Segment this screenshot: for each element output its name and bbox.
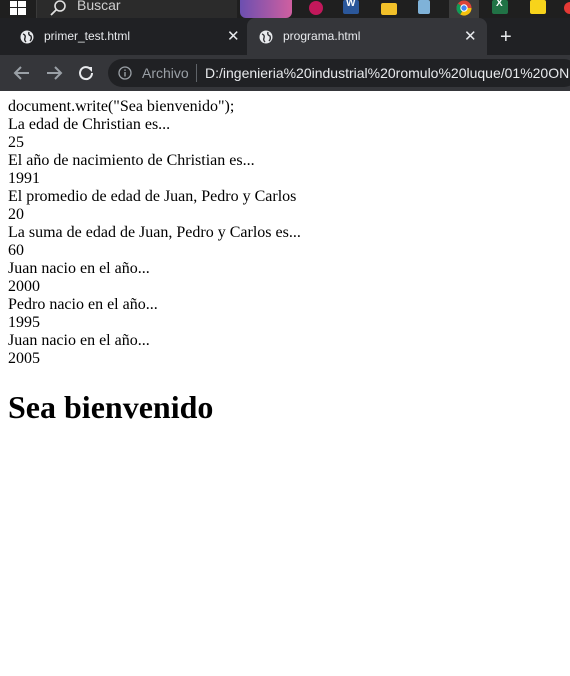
scheme-label: Archivo [142, 65, 189, 81]
page-text-line: La edad de Christian es... [8, 116, 171, 133]
copilot-app-icon[interactable] [309, 1, 323, 15]
excel-app-icon[interactable]: X [492, 0, 508, 14]
page-text-line: El año de nacimiento de Christian es... [8, 152, 255, 169]
info-icon[interactable] [118, 66, 132, 80]
tab-title: programa.html [283, 29, 361, 43]
page-text-line: El promedio de edad de Juan, Pedro y Car… [8, 188, 297, 205]
back-arrow-icon[interactable] [12, 63, 32, 83]
reload-icon[interactable] [76, 63, 96, 83]
tab-close-icon[interactable]: ✕ [227, 27, 240, 45]
page-heading: Sea bienvenido [8, 389, 214, 425]
word-app-icon[interactable]: W [343, 0, 359, 14]
omnibox-divider [196, 64, 197, 82]
globe-icon [20, 30, 34, 44]
page-text-line: 2005 [8, 350, 40, 367]
sticky-notes-icon[interactable] [530, 0, 546, 14]
taskbar-search-box[interactable]: Buscar [36, 0, 237, 18]
page-text-line: La suma de edad de Juan, Pedro y Carlos … [8, 224, 301, 241]
url-text[interactable]: D:/ingenieria%20industrial%20romulo%20lu… [205, 65, 569, 81]
page-text-line: 60 [8, 242, 24, 259]
chrome-app-icon[interactable] [456, 0, 472, 16]
page-text-line: 1991 [8, 170, 40, 187]
notes-app-icon[interactable] [418, 0, 430, 14]
tab-title: primer_test.html [44, 29, 131, 43]
page-text-line: Juan nacio en el año... [8, 332, 150, 349]
taskbar-widget-icon[interactable] [240, 0, 292, 18]
page-text-line: 2000 [8, 278, 40, 295]
browser-toolbar: Archivo D:/ingenieria%20industrial%20rom… [0, 55, 570, 91]
page-text-line: 1995 [8, 314, 40, 331]
tab-close-icon[interactable]: ✕ [464, 27, 477, 45]
page-text-line: document.write("Sea bienvenido"); [8, 98, 235, 115]
new-tab-plus-icon[interactable]: + [500, 26, 512, 49]
file-explorer-icon[interactable] [381, 3, 397, 15]
address-bar[interactable]: Archivo D:/ingenieria%20industrial%20rom… [108, 59, 570, 87]
forward-arrow-icon[interactable] [44, 63, 64, 83]
browser-tab-strip: primer_test.html ✕ programa.html ✕ + [0, 18, 570, 55]
windows-taskbar: Buscar W X [0, 0, 570, 18]
globe-icon [259, 30, 273, 44]
page-text-line: 25 [8, 134, 24, 151]
red-app-icon[interactable] [564, 2, 570, 14]
tab-programa[interactable]: programa.html ✕ [247, 18, 487, 55]
page-text-line: Juan nacio en el año... [8, 260, 150, 277]
tab-primer-test[interactable]: primer_test.html ✕ [0, 18, 247, 55]
page-text-line: Pedro nacio en el año... [8, 296, 158, 313]
page-text-line: 20 [8, 206, 24, 223]
page-content: document.write("Sea bienvenido"); La eda… [8, 98, 562, 426]
search-icon [50, 0, 66, 16]
taskbar-search-placeholder: Buscar [77, 0, 121, 13]
windows-start-icon[interactable] [10, 1, 26, 15]
